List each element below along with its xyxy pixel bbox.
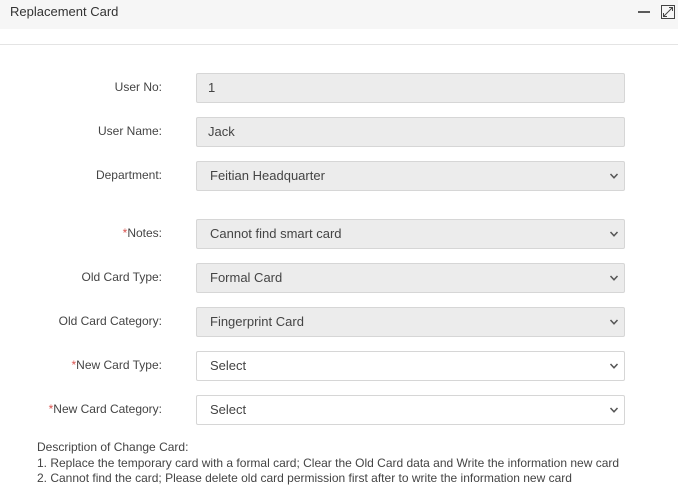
chevron-down-icon [609, 319, 619, 325]
old-card-type-select[interactable]: Formal Card [196, 263, 625, 293]
chevron-down-icon [609, 173, 619, 179]
new-card-type-value: Select [210, 358, 247, 373]
new-card-type-label-text: New Card Type: [76, 358, 162, 372]
old-card-type-row: Old Card Type: Formal Card [0, 263, 678, 293]
old-card-category-value: Fingerprint Card [210, 314, 304, 329]
new-card-category-label-text: New Card Category: [53, 402, 162, 416]
description-line: 1. Replace the temporary card with a for… [37, 455, 620, 470]
user-name-label: User Name: [97, 124, 162, 138]
header-divider [0, 44, 678, 45]
notes-value: Cannot find smart card [210, 226, 342, 241]
chevron-down-icon [609, 275, 619, 281]
description-line: 2. Cannot find the card; Please delete o… [37, 471, 572, 485]
change-card-description: Description of Change Card: 1. Replace t… [37, 440, 657, 487]
chevron-down-icon [609, 231, 619, 237]
maximize-icon[interactable] [660, 4, 676, 20]
user-no-row: User No: 1 [0, 73, 678, 103]
old-card-type-value: Formal Card [210, 270, 283, 285]
old-card-category-select[interactable]: Fingerprint Card [196, 307, 625, 337]
department-value: Feitian Headquarter [210, 168, 325, 183]
user-name-field[interactable]: Jack [196, 117, 625, 147]
new-card-category-select[interactable]: Select [196, 395, 625, 425]
new-card-category-row: *New Card Category: Select [0, 395, 678, 425]
user-no-label: User No: [114, 80, 162, 94]
new-card-type-row: *New Card Type: Select [0, 351, 678, 381]
old-card-type-label: Old Card Type: [81, 270, 162, 284]
notes-label-text: Notes: [127, 226, 162, 240]
minimize-icon[interactable] [636, 4, 652, 20]
notes-select[interactable]: Cannot find smart card [196, 219, 625, 249]
old-card-category-row: Old Card Category: Fingerprint Card [0, 307, 678, 337]
department-label: Department: [95, 168, 162, 182]
notes-label: *Notes: [123, 226, 162, 240]
new-card-type-select[interactable]: Select [196, 351, 625, 381]
user-name-row: User Name: Jack [0, 117, 678, 147]
user-no-field[interactable]: 1 [196, 73, 625, 103]
new-card-category-value: Select [210, 402, 247, 417]
window-titlebar: Replacement Card [0, 0, 678, 29]
description-heading: Description of Change Card: [37, 440, 189, 454]
notes-row: *Notes: Cannot find smart card [0, 219, 678, 249]
old-card-category-label: Old Card Category: [58, 314, 162, 328]
chevron-down-icon [609, 363, 619, 369]
new-card-type-label: *New Card Type: [72, 358, 163, 372]
window-title: Replacement Card [10, 4, 119, 19]
chevron-down-icon [609, 407, 619, 413]
new-card-category-label: *New Card Category: [49, 402, 162, 416]
department-row: Department: Feitian Headquarter [0, 161, 678, 191]
department-select[interactable]: Feitian Headquarter [196, 161, 625, 191]
